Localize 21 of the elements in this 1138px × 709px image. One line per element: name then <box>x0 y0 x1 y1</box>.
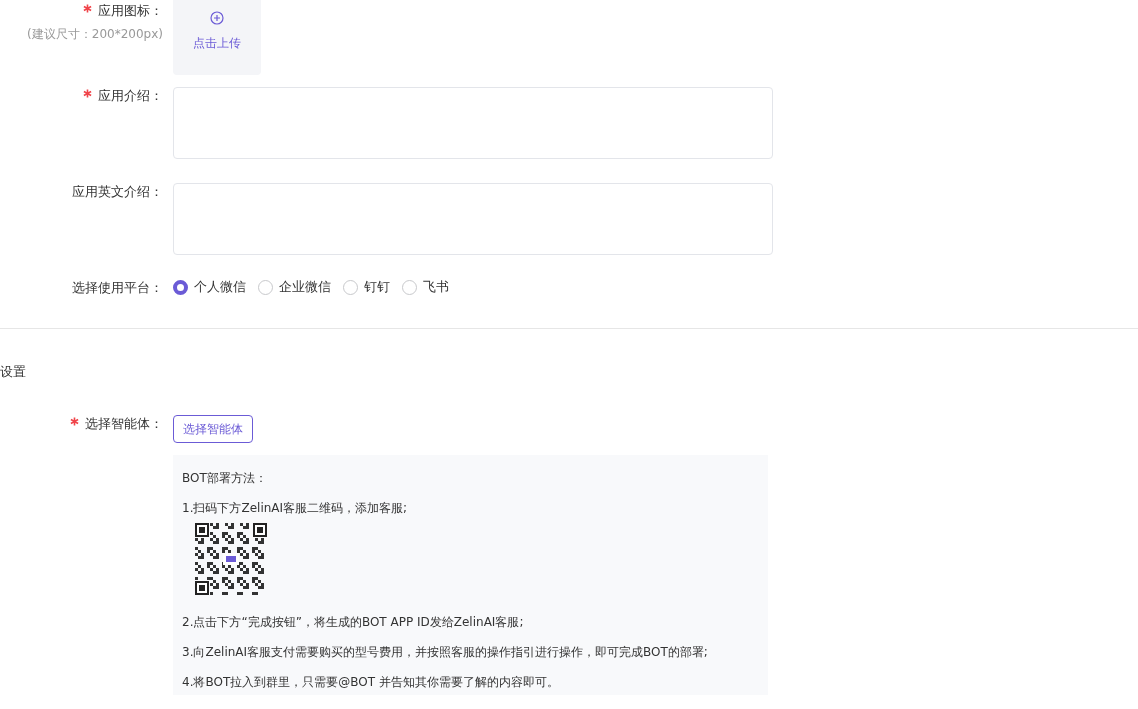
select-agent-button[interactable]: 选择智能体 <box>173 415 253 443</box>
deploy-step: 4.将BOT拉入到群里，只需要@BOT 并告知其你需要了解的内容即可。 <box>182 675 759 689</box>
english-intro-field[interactable] <box>173 183 773 255</box>
intro-field[interactable] <box>173 87 773 159</box>
deploy-step: 2.点击下方“完成按钮”，将生成的BOT APP ID发给ZelinAI客服; <box>182 615 759 629</box>
add-icon <box>210 10 224 25</box>
size-hint: (建议尺寸：200*200px) <box>27 26 163 43</box>
platform-radio[interactable]: 企业微信 <box>258 278 331 296</box>
section-title: 设置 <box>0 363 26 381</box>
field-label: 选择智能体： <box>85 415 163 433</box>
platform-radio[interactable]: 飞书 <box>402 278 449 296</box>
field-label: 应用图标： <box>98 2 163 20</box>
platform-radio[interactable]: 钉钉 <box>343 278 390 296</box>
deploy-step: 1.扫码下方ZelinAI客服二维码，添加客服; <box>182 501 759 515</box>
deploy-step: 3.向ZelinAI客服支付需要购买的型号费用，并按照客服的操作指引进行操作，即可完成BOT的部署; <box>182 645 759 659</box>
platform-radio[interactable]: 个人微信 <box>173 278 246 296</box>
info-title: BOT部署方法： <box>182 471 268 485</box>
field-label: 应用英文介绍： <box>72 183 163 201</box>
field-label: 选择使用平台： <box>72 279 163 297</box>
field-label: 应用介绍： <box>98 87 163 105</box>
upload-button[interactable]: 点击上传 <box>173 0 261 75</box>
